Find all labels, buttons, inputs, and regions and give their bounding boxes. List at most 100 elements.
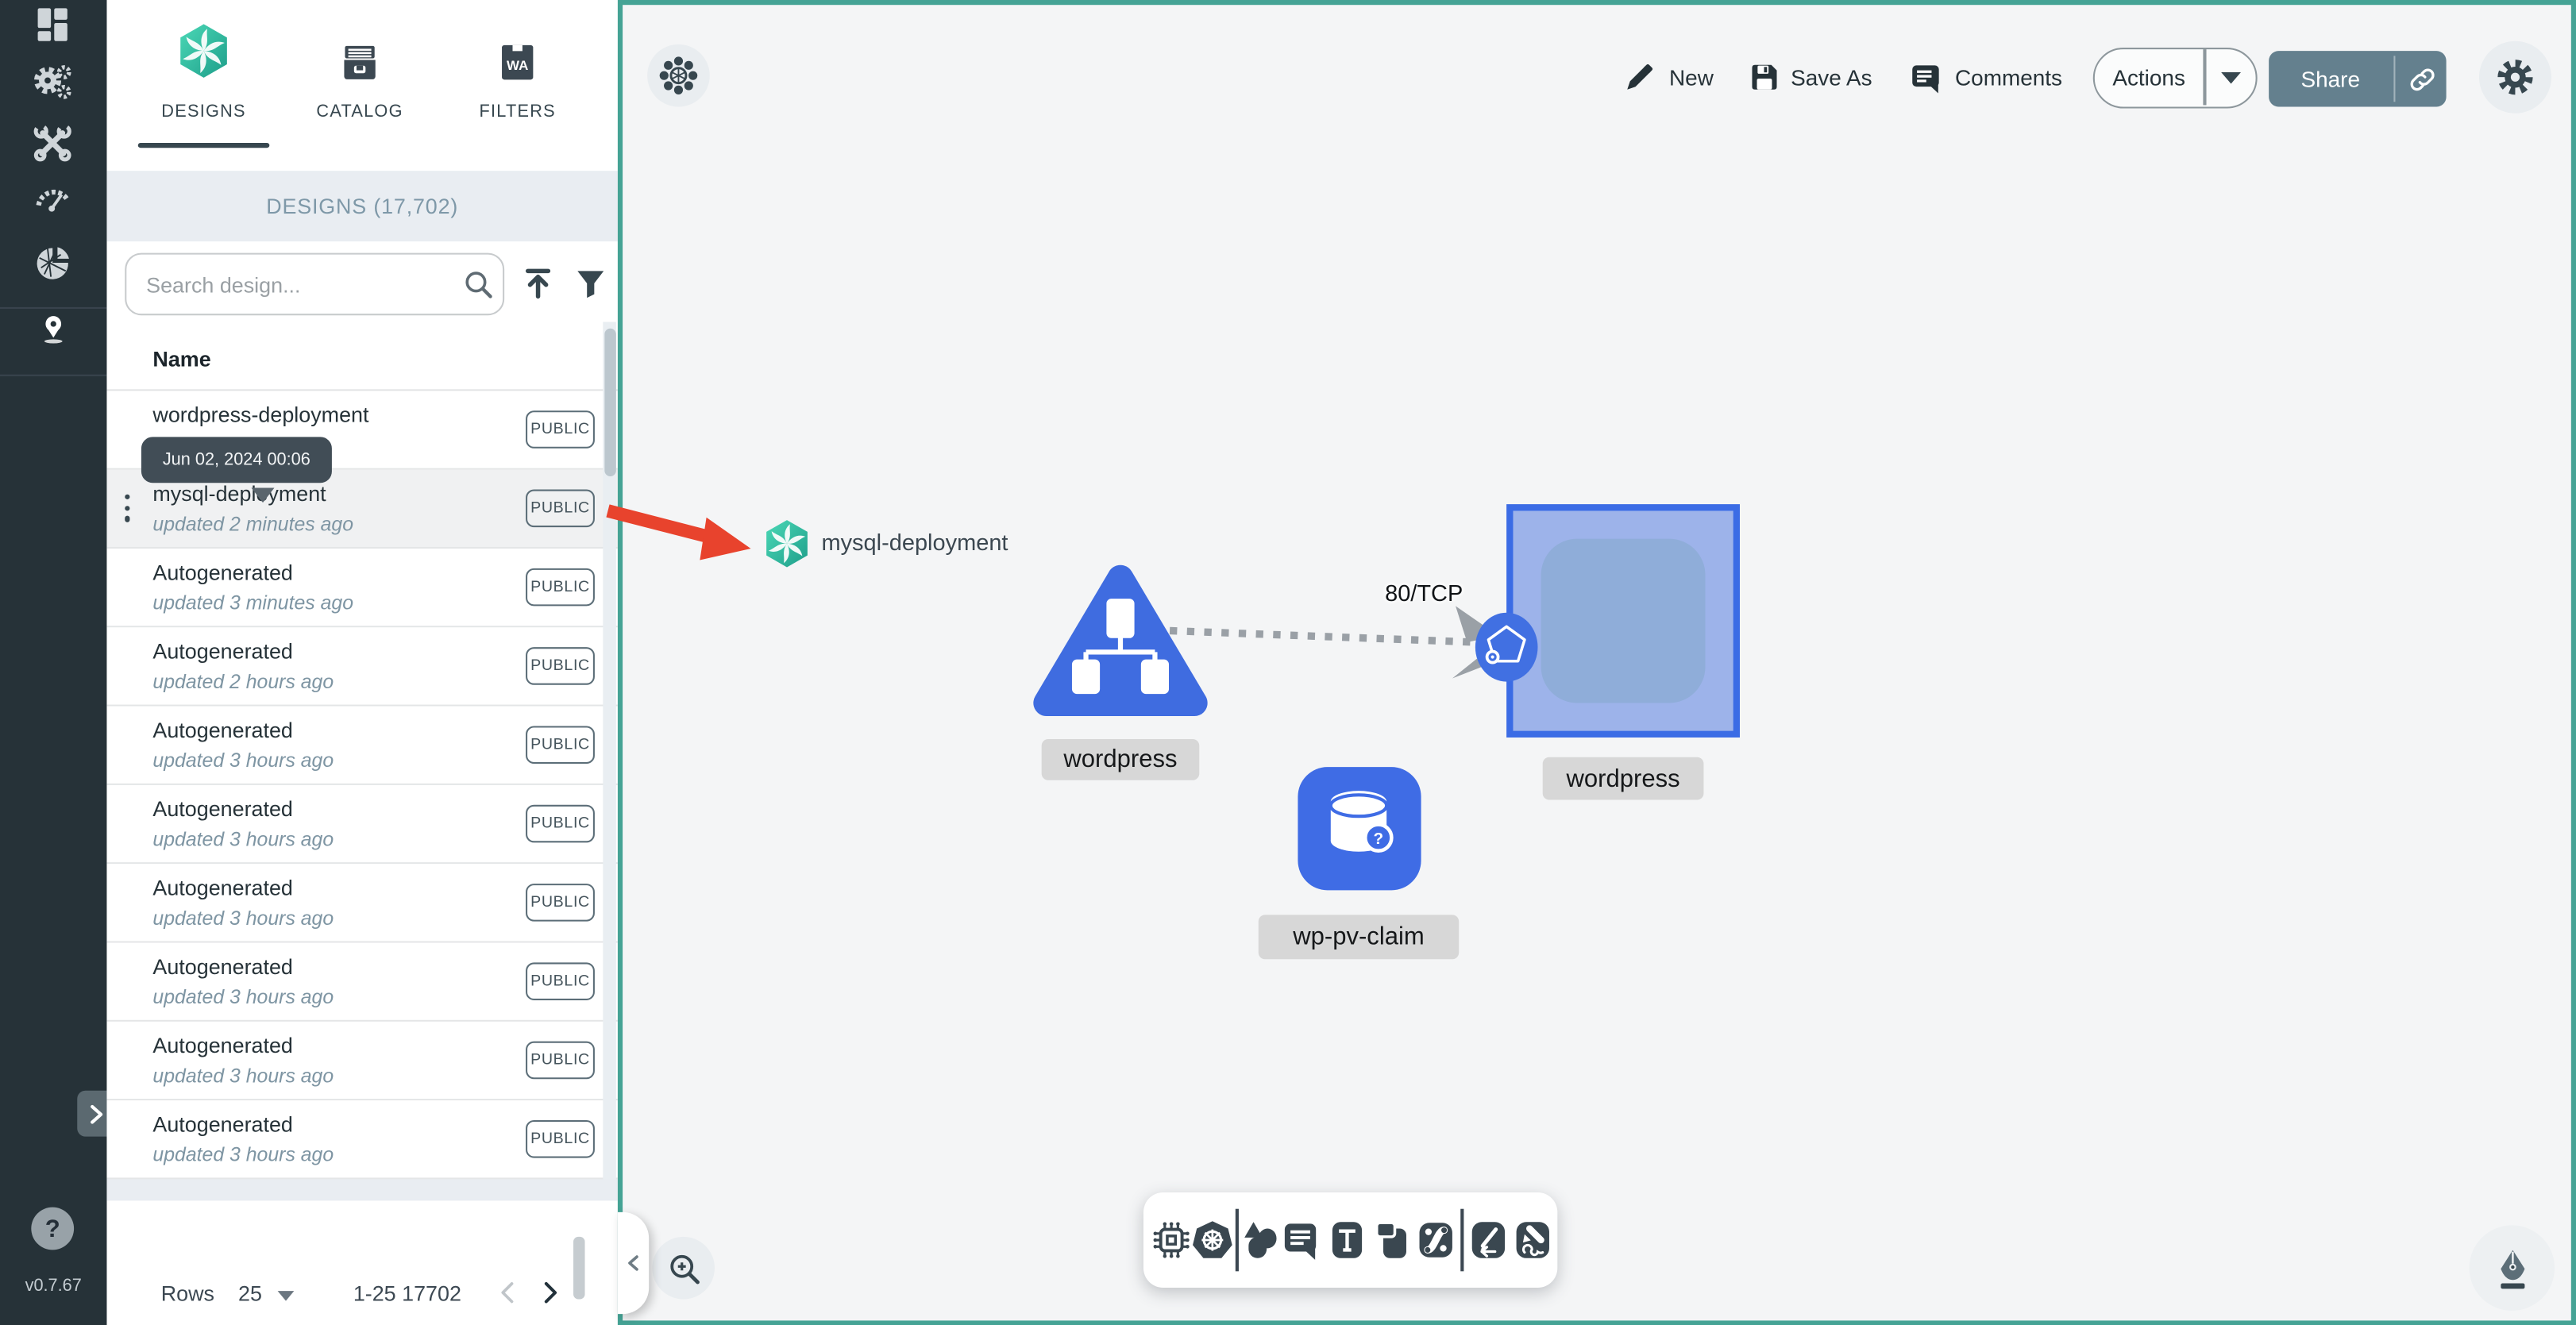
performance-speedometer-icon[interactable] xyxy=(31,175,74,218)
actions-dropdown-caret-icon[interactable] xyxy=(2221,72,2241,84)
design-name: Autogenerated xyxy=(152,560,293,585)
comment-icon xyxy=(1912,65,1939,94)
card-icon[interactable] xyxy=(1370,1219,1413,1261)
row-menu-kebab-icon[interactable] xyxy=(125,494,131,527)
rows-per-page-select[interactable]: 25 xyxy=(238,1281,262,1306)
page-previous-icon[interactable] xyxy=(496,1280,521,1306)
chevron-left-icon xyxy=(627,1255,638,1271)
meshery-swirl-icon xyxy=(762,519,812,568)
actions-label: Actions xyxy=(2112,64,2185,90)
share-label: Share xyxy=(2300,66,2361,91)
note-icon[interactable] xyxy=(1280,1219,1323,1261)
visibility-badge: PUBLIC xyxy=(526,647,595,685)
zoom-in-button[interactable] xyxy=(652,1236,715,1300)
tab-catalog-label: CATALOG xyxy=(316,102,403,122)
share-button[interactable]: Share xyxy=(2269,51,2447,107)
pagination-range: 1-25 17702 xyxy=(353,1281,461,1306)
design-name: Autogenerated xyxy=(152,954,293,980)
design-row[interactable]: Autogenerated updated 3 hours ago PUBLIC xyxy=(106,706,618,785)
chevron-right-icon xyxy=(91,1104,103,1123)
rows-per-page-caret-icon[interactable] xyxy=(277,1291,295,1301)
extensions-icon[interactable] xyxy=(31,241,74,284)
pen-nib-icon xyxy=(2500,1249,2524,1288)
search-input[interactable] xyxy=(125,252,505,316)
design-updated: updated 3 hours ago xyxy=(152,1142,334,1166)
pod-pentagon-badge-icon[interactable] xyxy=(1474,611,1540,684)
doodle-icon[interactable] xyxy=(1511,1219,1554,1261)
filter-funnel-icon[interactable] xyxy=(572,264,610,302)
new-label: New xyxy=(1669,65,1714,91)
visibility-badge: PUBLIC xyxy=(526,1119,595,1158)
design-name: Autogenerated xyxy=(152,875,293,900)
shapes-icon[interactable] xyxy=(1239,1219,1282,1261)
dot-mesh-button[interactable] xyxy=(647,44,710,107)
actions-button[interactable]: Actions xyxy=(2092,47,2258,109)
visibility-badge: PUBLIC xyxy=(526,410,595,449)
visibility-badge: PUBLIC xyxy=(526,1041,595,1080)
help-glyph: ? xyxy=(44,1214,60,1243)
text-tool-icon[interactable] xyxy=(1326,1219,1369,1261)
lifecycle-gears-icon[interactable] xyxy=(31,61,74,104)
horizontal-scroll-strip xyxy=(106,1179,618,1201)
design-name: Autogenerated xyxy=(152,796,293,822)
settings-button[interactable] xyxy=(2478,40,2552,114)
dashboard-icon[interactable] xyxy=(31,3,74,46)
design-updated: updated 3 hours ago xyxy=(152,827,334,851)
wa-text: WA xyxy=(507,58,528,73)
list-scrollbar-thumb[interactable] xyxy=(604,328,615,476)
designs-panel: DESIGNS CATALOG WA FILTERS DESIGNS (17,7… xyxy=(106,0,618,1325)
design-updated: updated 2 hours ago xyxy=(152,670,334,694)
design-row[interactable]: Autogenerated updated 3 hours ago PUBLIC xyxy=(106,1021,618,1101)
design-updated: updated 3 hours ago xyxy=(152,907,334,930)
meshery-swirl-icon xyxy=(175,23,231,79)
design-row[interactable]: Autogenerated updated 2 hours ago PUBLIC xyxy=(106,627,618,707)
visibility-badge: PUBLIC xyxy=(526,804,595,843)
toolbar-divider xyxy=(1235,1208,1238,1272)
pen-mode-button[interactable] xyxy=(2469,1225,2555,1311)
visibility-badge: PUBLIC xyxy=(526,884,595,922)
kanvas-pin-icon[interactable] xyxy=(38,314,69,345)
app-root: ? v0.7.67 DESIGNS CATALOG WA FILTERS DES… xyxy=(0,0,2576,1325)
component-chip-icon[interactable] xyxy=(1150,1219,1193,1261)
rows-label: Rows xyxy=(160,1281,215,1306)
pagination-scrollbar-thumb[interactable] xyxy=(573,1236,585,1300)
configuration-tools-icon[interactable] xyxy=(31,121,74,164)
visibility-badge: PUBLIC xyxy=(526,962,595,1000)
wasm-filter-icon: WA xyxy=(502,44,534,80)
help-button[interactable]: ? xyxy=(31,1207,75,1250)
design-row[interactable]: Autogenerated updated 3 hours ago PUBLIC xyxy=(106,942,618,1022)
collapse-panel-button[interactable] xyxy=(617,1211,650,1315)
design-row[interactable]: Autogenerated updated 3 minutes ago PUBL… xyxy=(106,549,618,628)
catalog-drawer-icon xyxy=(344,45,376,79)
design-updated: updated 2 minutes ago xyxy=(152,512,354,536)
pencil-icon xyxy=(1627,64,1653,90)
design-row[interactable]: Autogenerated updated 3 hours ago PUBLIC xyxy=(106,784,618,865)
divider xyxy=(2393,56,2396,102)
canvas-toolbar xyxy=(1143,1192,1558,1288)
siphon-link-icon[interactable] xyxy=(1414,1219,1457,1261)
node-label: wp-pv-claim xyxy=(1258,915,1460,960)
kubernetes-icon[interactable] xyxy=(1191,1219,1234,1261)
visibility-badge: PUBLIC xyxy=(526,726,595,765)
unknown-badge: ? xyxy=(1373,830,1383,848)
design-list: wordpress-deployment PUBLIC mysql-deploy… xyxy=(106,391,618,1180)
design-name: Autogenerated xyxy=(152,1111,293,1137)
design-row[interactable]: Autogenerated updated 3 hours ago PUBLIC xyxy=(106,864,618,943)
divider xyxy=(2203,49,2206,106)
node-wp-pv-claim[interactable]: ? xyxy=(1298,767,1421,891)
design-name: mysql-deployment xyxy=(152,481,326,507)
design-updated: updated 3 hours ago xyxy=(152,749,334,772)
page-next-icon[interactable] xyxy=(538,1280,562,1306)
design-row[interactable]: Autogenerated updated 3 hours ago PUBLIC xyxy=(106,1100,618,1180)
node-wordpress-deployment-selected[interactable] xyxy=(1506,504,1740,738)
tooltip-caret xyxy=(251,487,275,503)
nav-divider xyxy=(0,306,107,309)
pen-arrow-icon[interactable] xyxy=(1467,1219,1510,1261)
save-as-label: Save As xyxy=(1791,65,1872,91)
search-icon[interactable] xyxy=(461,268,496,302)
copy-link-icon[interactable] xyxy=(2407,64,2438,95)
app-version: v0.7.67 xyxy=(25,1276,82,1296)
save-icon xyxy=(1752,64,1777,90)
publish-upload-icon[interactable] xyxy=(519,264,557,302)
design-updated: updated 3 hours ago xyxy=(152,985,334,1009)
